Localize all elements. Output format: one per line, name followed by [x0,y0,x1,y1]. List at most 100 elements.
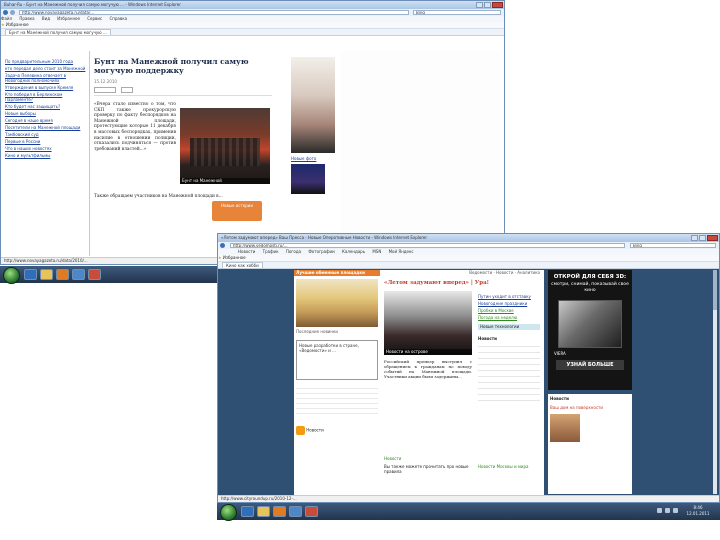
media-icon[interactable] [273,506,286,517]
sidebar-link[interactable]: Утверждения в выпуске Кремля [5,85,87,90]
news-link[interactable]: Пробки в Москве [478,308,540,313]
mail-icon[interactable] [88,269,101,280]
close-button[interactable] [492,2,503,8]
favorites-label[interactable]: Избранное [223,255,246,260]
sidebar-link[interactable]: Посетители на Манежной площади [5,125,87,130]
bottom-news[interactable]: Вы также можете прочитать про новые прав… [384,464,472,474]
sidebar-link[interactable]: Кто будет нас защищать? [5,104,87,109]
box-photo[interactable] [550,414,580,442]
taskbar-back [0,266,230,284]
menu-item[interactable]: Правка [19,16,34,21]
back-button[interactable] [3,10,8,15]
bottom-right-text[interactable]: Новости Москвы и мира [478,464,540,469]
clock[interactable]: 8:46 12.01.2011 [683,505,713,517]
back-button[interactable] [220,243,225,248]
box-text[interactable]: Ваш дом на поверхности [548,403,632,412]
window-controls [476,2,503,8]
start-button[interactable] [220,504,237,521]
menu-item[interactable]: Вид [42,16,50,21]
close-button[interactable] [707,235,718,241]
scroll-thumb[interactable] [713,270,717,310]
right-ad-title[interactable]: Новые технологии [478,324,540,330]
mini-news-text[interactable]: Новые разработки в стране, «Ведомости» и… [299,343,375,353]
left-ad-title[interactable]: Лучшие обменные площадки [294,270,380,276]
promo-badge[interactable]: Новые истории [212,201,262,221]
sidebar-link[interactable]: Что в наших новостях [5,146,87,151]
sidebar-link[interactable]: Первые в России [5,139,87,144]
favorites-label[interactable]: Избранное [6,22,29,27]
address-bar[interactable]: http://www.vedomosti.ru/... [230,243,625,248]
window-title: Buhar-Ru - Бунт на Манежной получил саму… [1,1,504,9]
star-icon[interactable]: ★ [1,22,5,27]
article-paragraph-2: Также обращаем участников на Манежной пл… [94,194,223,199]
ie-icon[interactable] [24,269,37,280]
status-bar: http://www.cityroundup.ru/2010-12-... [218,495,719,502]
maximize-button[interactable] [484,2,491,8]
menu-item[interactable]: Календарь [342,249,365,254]
sidebar-link[interactable]: Тамбовский суд [5,132,87,137]
sidebar-links: По предварительным 2010 года кто передал… [5,59,87,160]
tab-active[interactable]: Кино как хобби [222,262,263,268]
column-divider [89,51,90,256]
media-icon[interactable] [56,269,69,280]
header-strip: Ведомости · Новости · Аналитика [469,270,540,275]
forward-button[interactable] [10,10,15,15]
address-bar[interactable]: http://www.novayagazeta.ru/data/... [19,10,409,15]
right-links: Путин уходит в отставку Новогодние празд… [478,294,540,401]
rss-row[interactable]: Новости [296,426,378,435]
sidebar-link[interactable]: Кино и мультфильмы [5,153,87,158]
address-toolbar: http://www.vedomosti.ru/... Bing [218,242,719,249]
menu-item[interactable]: Новости [238,249,255,254]
menu-item[interactable]: Избранное [57,16,80,21]
center-text: Российский премьер выступил с обращением… [384,359,472,379]
menu-item[interactable]: Погода [286,249,301,254]
news-link[interactable]: Новогодние праздники [478,301,540,306]
folder-icon[interactable] [257,506,270,517]
search-box[interactable]: Bing [413,10,501,15]
ie-icon[interactable] [241,506,254,517]
news-link[interactable]: Путин уходит в отставку [478,294,540,299]
sidebar-link[interactable]: Кто победил в Берлинском Парламенте? [5,92,87,102]
minimize-button[interactable] [691,235,698,241]
maximize-button[interactable] [699,235,706,241]
font-size-select[interactable] [121,87,134,93]
sidebar-link[interactable]: По предварительным 2010 года [5,59,87,64]
scrollbar[interactable] [713,270,717,494]
news-link[interactable]: Погода на неделю [478,315,540,320]
start-button[interactable] [3,267,20,284]
menu-item[interactable]: Сервис [87,16,102,21]
photo-link[interactable]: Новые фото [291,156,335,161]
tab-bar: Кино как хобби [218,262,719,269]
window-icon[interactable] [289,506,302,517]
network-icon[interactable] [657,508,662,513]
celebrity-photo[interactable] [291,57,335,153]
tab-active[interactable]: Бунт на Манежной получил самую могучую .… [5,29,111,35]
flag-icon[interactable] [673,508,678,513]
window-controls [691,235,718,241]
mail-icon[interactable] [305,506,318,517]
menu-item[interactable]: Фотографии [308,249,334,254]
sidebar-link[interactable]: кто передал дело стоит за Манежной [5,66,87,71]
sidebar-link[interactable]: Задача Пелевина отвечает в Новогодних по… [5,73,87,83]
menu-item[interactable]: Мой Яндекс [389,249,414,254]
center-photo[interactable]: Новости на острове [384,291,472,355]
left-ad-photo[interactable] [296,279,378,327]
menu-item[interactable]: Трафик [263,249,279,254]
volume-icon[interactable] [665,508,670,513]
font-size-select[interactable] [94,87,116,93]
learn-more-button[interactable]: УЗНАЙ БОЛЬШЕ [556,360,624,370]
menu-item[interactable]: Справка [109,16,127,21]
star-icon[interactable]: ★ [218,255,222,260]
sidebar-link[interactable]: Сегодня в наше время [5,118,87,123]
menu-item[interactable]: MSN [372,249,381,254]
sidebar-link[interactable]: Новые выборы [5,111,87,116]
viera-ad[interactable]: ОТКРОЙ ДЛЯ СЕБЯ 3D: смотри, снимай, пока… [548,270,632,390]
small-photo[interactable] [291,164,325,194]
minimize-button[interactable] [476,2,483,8]
rss-icon[interactable] [296,426,305,435]
folder-icon[interactable] [40,269,53,280]
window-icon[interactable] [72,269,85,280]
menu-item[interactable]: Файл [1,16,12,21]
search-box[interactable]: Bing [630,243,716,248]
center-column: Ведомости · Новости · Аналитика «Летом з… [384,270,540,496]
